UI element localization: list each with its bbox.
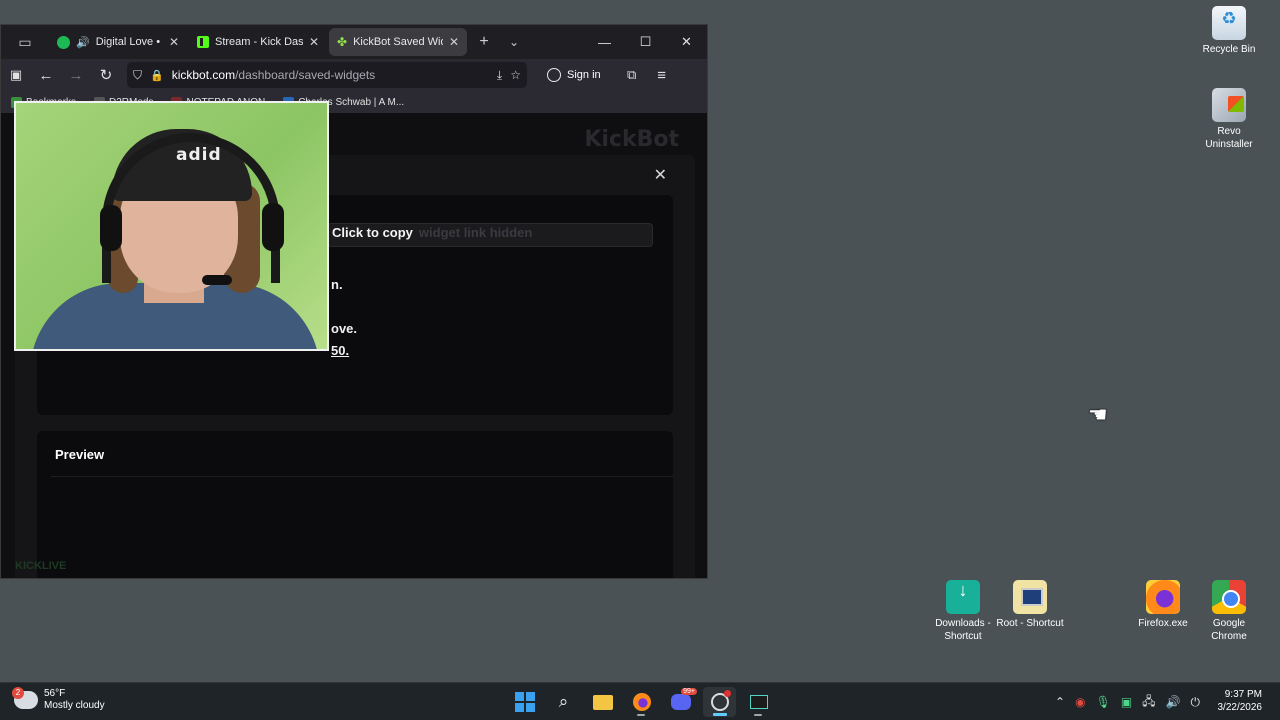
recording-dot-icon bbox=[724, 690, 731, 697]
close-tab-icon[interactable]: ✕ bbox=[449, 35, 459, 49]
desktop-icon-downloads[interactable]: Downloads - Shortcut bbox=[928, 580, 998, 643]
audio-icon[interactable]: 🔊 bbox=[76, 36, 90, 49]
preview-title: Preview bbox=[55, 447, 105, 462]
antivirus-icon[interactable]: ◉ bbox=[1075, 695, 1085, 709]
desktop-icon-recycle-bin[interactable]: Recycle Bin bbox=[1194, 6, 1264, 56]
account-icon bbox=[547, 68, 561, 82]
tab-title: KickBot Saved Widgets bbox=[353, 36, 443, 48]
spotify-icon bbox=[57, 35, 70, 49]
cloud-icon: 2 bbox=[12, 687, 38, 709]
shield-icon[interactable]: ⛉ bbox=[133, 68, 142, 83]
webcam-overlay: adid bbox=[14, 101, 329, 351]
url-bar[interactable]: ⛉ 🔒 kickbot.com/dashboard/saved-widgets … bbox=[127, 62, 527, 88]
hand-cursor-icon: ☚ bbox=[1088, 402, 1108, 427]
clock-time: 9:37 PM bbox=[1224, 689, 1262, 700]
volume-icon[interactable]: 🔊 bbox=[1166, 695, 1181, 709]
minimize-icon[interactable]: — bbox=[584, 25, 625, 59]
close-tab-icon[interactable]: ✕ bbox=[169, 35, 179, 49]
terminal-icon bbox=[749, 695, 768, 709]
tab-kick-dashboard[interactable]: Stream - Kick Dashboard ✕ bbox=[189, 28, 327, 56]
close-icon[interactable]: ✕ bbox=[654, 165, 667, 185]
menu-icon[interactable]: ≡ bbox=[647, 61, 677, 89]
kickbot-logo: KickBot bbox=[584, 127, 679, 152]
bookmark-star-icon[interactable]: ☆ bbox=[510, 68, 521, 82]
microphone-icon[interactable]: 🎙 bbox=[1096, 695, 1111, 709]
windows-icon bbox=[514, 692, 535, 712]
url-text[interactable]: kickbot.com/dashboard/saved-widgets bbox=[172, 68, 489, 82]
tab-title: Digital Love • Daft Punk bbox=[95, 36, 163, 48]
forward-icon[interactable]: → bbox=[61, 61, 91, 89]
sign-in-label: Sign in bbox=[567, 69, 601, 81]
folder-icon bbox=[592, 694, 613, 710]
terminal-taskbar-button[interactable] bbox=[742, 687, 775, 717]
notification-badge: 2 bbox=[12, 687, 24, 699]
desktop-icon-revo-uninstaller[interactable]: Revo Uninstaller bbox=[1194, 88, 1264, 151]
downloads-folder-icon bbox=[946, 580, 980, 614]
sign-in-button[interactable]: Sign in bbox=[541, 68, 607, 82]
chevron-up-icon[interactable]: ⌃ bbox=[1055, 695, 1065, 709]
root-folder-icon bbox=[1013, 580, 1047, 614]
new-tab-icon[interactable]: + bbox=[469, 33, 499, 51]
taskbar-apps: ⌕ 99+ bbox=[508, 687, 775, 717]
system-tray: ⌃ ◉ 🎙 ▣ 🖧 🔊 ⏻ bbox=[1055, 683, 1200, 720]
instruction-text: ove. bbox=[331, 321, 358, 336]
chrome-icon bbox=[1212, 580, 1246, 614]
network-icon[interactable]: 🖧 bbox=[1142, 692, 1155, 713]
instruction-link[interactable]: 50. bbox=[331, 343, 349, 358]
preview-card: Preview bbox=[37, 431, 673, 578]
instruction-text: n. bbox=[331, 277, 343, 292]
lock-icon[interactable]: 🔒 bbox=[150, 69, 164, 82]
desktop-icon-root[interactable]: Root - Shortcut bbox=[995, 580, 1065, 630]
battery-icon[interactable]: ▣ bbox=[1121, 695, 1132, 709]
headset-earcup bbox=[100, 205, 122, 251]
power-icon[interactable]: ⏻ bbox=[1191, 695, 1201, 710]
clock[interactable]: 9:37 PM 3/22/2026 bbox=[1218, 688, 1263, 714]
kick-icon bbox=[197, 36, 209, 48]
tab-overflow-chevron-icon[interactable]: ⌄ bbox=[499, 35, 529, 49]
footer-logo: KICKLIVE bbox=[15, 560, 67, 572]
tab-spotify[interactable]: 🔊 Digital Love • Daft Punk ✕ bbox=[49, 28, 187, 56]
headset-mic bbox=[202, 275, 232, 285]
divider bbox=[51, 476, 673, 477]
reload-icon[interactable]: ↻ bbox=[91, 61, 121, 89]
recycle-bin-icon bbox=[1212, 6, 1246, 40]
revo-uninstaller-icon bbox=[1212, 88, 1246, 122]
tab-bar: ▭ 🔊 Digital Love • Daft Punk ✕ Stream - … bbox=[1, 25, 707, 59]
search-icon: ⌕ bbox=[558, 692, 569, 711]
tab-list-icon[interactable]: ▭ bbox=[1, 34, 49, 51]
kickbot-icon: ✤ bbox=[337, 35, 348, 49]
weather-temp: 56°F bbox=[44, 688, 66, 699]
sidebar-toggle-icon[interactable]: ▣ bbox=[1, 61, 31, 89]
save-to-pocket-icon[interactable]: ⤓ bbox=[497, 68, 502, 83]
firefox-icon bbox=[632, 693, 651, 711]
firefox-taskbar-button[interactable] bbox=[625, 687, 658, 717]
firefox-icon bbox=[1146, 580, 1180, 614]
tab-title: Stream - Kick Dashboard bbox=[215, 36, 303, 48]
back-icon[interactable]: ← bbox=[31, 61, 61, 89]
file-explorer-button[interactable] bbox=[586, 687, 619, 717]
desktop-icon-firefox[interactable]: Firefox.exe bbox=[1128, 580, 1198, 630]
clock-date: 3/22/2026 bbox=[1217, 702, 1263, 713]
extensions-icon[interactable]: ⧉ bbox=[617, 61, 647, 89]
discord-badge: 99+ bbox=[681, 688, 697, 695]
taskbar: 2 56°F Mostly cloudy ⌕ 99+ ⌃ ◉ 🎙 ▣ 🖧 🔊 ⏻… bbox=[0, 682, 1280, 720]
desktop-icon-chrome[interactable]: Google Chrome bbox=[1194, 580, 1264, 643]
nav-bar: ▣ ← → ↻ ⛉ 🔒 kickbot.com/dashboard/saved-… bbox=[1, 59, 707, 91]
close-window-icon[interactable]: ✕ bbox=[666, 25, 707, 59]
weather-widget[interactable]: 2 56°F Mostly cloudy bbox=[12, 687, 105, 712]
discord-taskbar-button[interactable]: 99+ bbox=[664, 687, 697, 717]
headset-earcup bbox=[262, 203, 284, 251]
maximize-icon[interactable]: ☐ bbox=[625, 25, 666, 59]
weather-desc: Mostly cloudy bbox=[44, 700, 105, 711]
copy-link-button[interactable]: Click to copy widget link hidden bbox=[327, 223, 653, 247]
discord-icon bbox=[670, 694, 691, 710]
start-button[interactable] bbox=[508, 687, 541, 717]
tab-kickbot[interactable]: ✤ KickBot Saved Widgets ✕ bbox=[329, 28, 467, 56]
search-button[interactable]: ⌕ bbox=[547, 687, 580, 717]
obs-taskbar-button[interactable] bbox=[703, 687, 736, 717]
close-tab-icon[interactable]: ✕ bbox=[309, 35, 319, 49]
